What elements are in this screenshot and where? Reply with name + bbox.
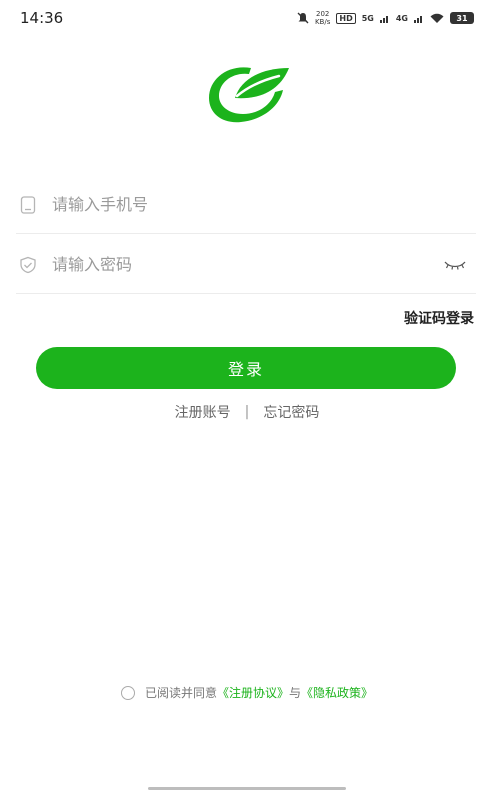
forgot-password-link[interactable]: 忘记密码: [263, 402, 319, 422]
agreement-row: 已阅读并同意 《注册协议》 与 《隐私政策》: [0, 684, 494, 701]
home-indicator[interactable]: [148, 787, 346, 790]
register-link[interactable]: 注册账号: [175, 402, 231, 422]
status-icons: 202 KB/s HD 5G 4G 31: [297, 10, 474, 26]
battery-icon: 31: [450, 12, 474, 24]
privacy-policy-link[interactable]: 《隐私政策》: [301, 684, 373, 701]
net-speed-value: 202: [315, 10, 330, 18]
signal-bars-icon-2: [414, 16, 422, 23]
net-speed: 202 KB/s: [315, 10, 330, 26]
signal-bars-icon: [379, 16, 388, 23]
app-logo-icon: [209, 67, 289, 123]
sms-code-login-link[interactable]: 验证码登录: [404, 308, 474, 328]
login-button[interactable]: 登录: [36, 347, 456, 389]
agreement-prefix: 已阅读并同意: [144, 686, 217, 700]
phone-icon: [18, 195, 38, 215]
agreement-radio[interactable]: [120, 685, 135, 700]
signal-4g-label: 4G: [395, 13, 408, 23]
mute-icon: [297, 12, 309, 24]
shield-icon: [18, 255, 38, 275]
agreement-conjunction: 与: [289, 686, 302, 700]
phone-field-row: [16, 176, 476, 234]
signal-5g-label: 5G: [361, 13, 374, 23]
phone-input[interactable]: [52, 195, 476, 214]
status-bar: 14:36 202 KB/s HD 5G 4G 31: [0, 0, 494, 36]
password-input[interactable]: [52, 255, 442, 274]
wifi-icon: [430, 13, 444, 23]
account-links: 注册账号 | 忘记密码: [0, 402, 494, 422]
password-field-row: [16, 236, 476, 294]
user-agreement-link[interactable]: 《注册协议》: [217, 684, 289, 701]
hd-badge: HD: [336, 12, 356, 24]
net-speed-unit: KB/s: [314, 18, 331, 26]
eye-closed-icon[interactable]: [442, 258, 468, 272]
status-time: 14:36: [20, 9, 64, 27]
links-separator: |: [244, 404, 250, 420]
